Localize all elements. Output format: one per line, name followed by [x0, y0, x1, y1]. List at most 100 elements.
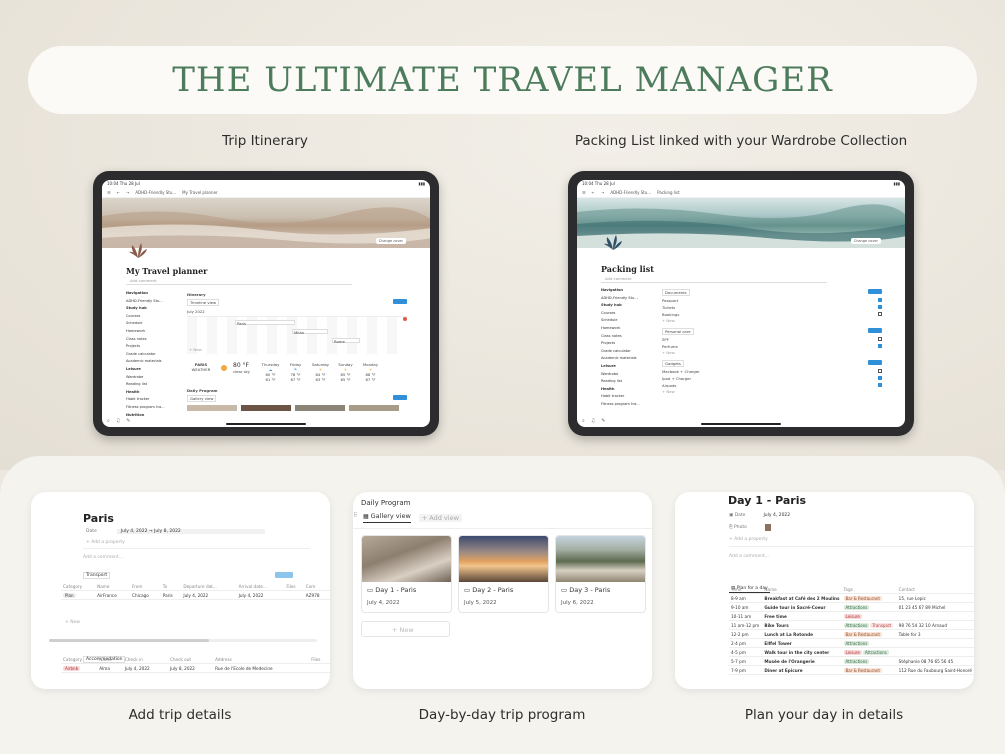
nav-item[interactable]: ADHD-Friendly Stu...: [126, 298, 176, 306]
new-row-link[interactable]: + New: [65, 620, 80, 625]
nav-item[interactable]: Schedule: [601, 317, 651, 325]
table-row[interactable]: Airbnb Alma July 4, 2022 July 8, 2022 Rue de…: [61, 663, 330, 673]
nav-item[interactable]: Grade calculator: [126, 351, 176, 359]
new-button[interactable]: [868, 360, 882, 365]
nav-item[interactable]: Fitness program tra...: [126, 404, 176, 412]
nav-item[interactable]: Reading list: [601, 378, 651, 386]
timeline-event[interactable]: Rome: [332, 338, 360, 344]
bell-icon[interactable]: ♫: [591, 418, 595, 424]
breadcrumb-item[interactable]: My Travel planner: [182, 190, 218, 195]
packing-item[interactable]: Bookings: [662, 311, 882, 318]
nav-item[interactable]: Habit tracker: [126, 396, 176, 404]
nav-item[interactable]: Academic materials: [126, 358, 176, 366]
forward-icon[interactable]: →: [126, 190, 129, 195]
transport-tab[interactable]: Transport: [83, 572, 111, 579]
timeline-event[interactable]: Milan: [292, 329, 328, 335]
nav-item[interactable]: Homework: [601, 325, 651, 333]
packing-item[interactable]: Tickets: [662, 304, 882, 311]
add-view-button[interactable]: + Add view: [418, 513, 462, 522]
scrollbar-track[interactable]: [49, 639, 317, 642]
table-row[interactable]: 9-10 am Guide tour in Sacré-Coeur Attracti…: [729, 602, 974, 612]
breadcrumb-item[interactable]: Packing list: [657, 190, 680, 195]
day-card[interactable]: ▭ Day 2 - Paris July 5, 2022: [458, 535, 549, 613]
change-cover-button[interactable]: Change cover: [375, 238, 406, 244]
timeline-view-tab[interactable]: Timeline view: [187, 299, 220, 306]
day-card[interactable]: ▭ Day 3 - Paris July 6, 2022: [555, 535, 646, 613]
sidebar-icon[interactable]: ☰: [107, 190, 111, 195]
nav-item[interactable]: Class notes: [601, 333, 651, 341]
breadcrumb-item[interactable]: ADHD-Friendly Stu...: [135, 190, 176, 195]
nav-item[interactable]: Academic materials: [601, 355, 651, 363]
add-property-link[interactable]: + Add a property: [729, 537, 768, 542]
table-row[interactable]: 7-9 pm Diner at Epicure Bar & Restaurant 11…: [729, 665, 974, 675]
packing-item[interactable]: Airpods: [662, 382, 882, 389]
nav-item[interactable]: Class notes: [126, 336, 176, 344]
photo-thumbnail[interactable]: [764, 524, 771, 531]
sidebar-icon[interactable]: ☰: [582, 190, 586, 195]
nav-item[interactable]: Reading list: [126, 381, 176, 389]
add-comment-link[interactable]: Add a comment...: [729, 554, 769, 559]
search-icon[interactable]: ⌕: [582, 418, 585, 424]
new-row-link[interactable]: + New: [189, 347, 202, 352]
group-tab[interactable]: Documents: [662, 289, 690, 296]
new-row-link[interactable]: + New: [662, 318, 882, 324]
gallery-thumb[interactable]: [187, 405, 237, 411]
new-button[interactable]: [868, 289, 882, 294]
change-cover-button[interactable]: Change cover: [850, 238, 881, 244]
forward-icon[interactable]: →: [601, 190, 604, 195]
add-comment-link[interactable]: Add a comment...: [83, 555, 123, 560]
table-row[interactable]: 5-7 pm Musée de l'Orangerie Attractions Sté…: [729, 656, 974, 666]
packing-item[interactable]: Ipad + Charger: [662, 375, 882, 382]
scrollbar-thumb[interactable]: [49, 639, 209, 642]
add-comment-link[interactable]: Add comment: [130, 278, 157, 283]
table-row[interactable]: Plan AirFrance Chicago Paris July 4, 2022 Jul…: [61, 590, 330, 600]
gallery-thumb[interactable]: [349, 405, 399, 411]
nav-item[interactable]: Habit tracker: [601, 393, 651, 401]
drag-handle-icon[interactable]: ⠿: [353, 512, 357, 519]
add-comment-link[interactable]: Add comment: [605, 276, 632, 281]
packing-item[interactable]: Perfume: [662, 343, 882, 350]
nav-item[interactable]: Fitness program tra...: [601, 401, 651, 409]
new-card-button[interactable]: + New: [361, 621, 450, 637]
packing-item[interactable]: SPF: [662, 336, 882, 343]
nav-item[interactable]: Homework: [126, 328, 176, 336]
nav-item[interactable]: Courses: [601, 310, 651, 318]
bell-icon[interactable]: ♫: [116, 418, 120, 424]
gallery-thumb[interactable]: [295, 405, 345, 411]
table-row[interactable]: 8-9 am Breakfast at Café des 2 Moulins Bar…: [729, 593, 974, 603]
nav-item[interactable]: Wardrobe: [601, 371, 651, 379]
edit-icon[interactable]: ✎: [126, 418, 130, 424]
back-icon[interactable]: ←: [592, 190, 595, 195]
breadcrumb-item[interactable]: ADHD-Friendly Stu...: [610, 190, 651, 195]
new-row-link[interactable]: + New: [662, 350, 882, 356]
table-row[interactable]: 4-5 pm Walk tour in the city center Leisur…: [729, 647, 974, 657]
nav-item[interactable]: Grade calculator: [601, 348, 651, 356]
group-tab[interactable]: Personal care: [662, 328, 694, 335]
search-icon[interactable]: ⌕: [107, 418, 110, 424]
new-button[interactable]: [868, 328, 882, 333]
date-value[interactable]: July 4, 2022 → July 8, 2022: [116, 529, 265, 534]
add-property-link[interactable]: + Add a property: [86, 540, 125, 545]
table-row[interactable]: 12-2 pm Lunch at La Rotonde Bar & Restaura…: [729, 629, 974, 639]
nav-item[interactable]: Schedule: [126, 320, 176, 328]
nav-item[interactable]: Projects: [601, 340, 651, 348]
back-icon[interactable]: ←: [117, 190, 120, 195]
gallery-view-tab[interactable]: Gallery view: [187, 395, 217, 402]
gallery-view-tab[interactable]: ▦ Gallery view: [363, 512, 411, 523]
packing-item[interactable]: Passport: [662, 297, 882, 304]
nav-item[interactable]: Wardrobe: [126, 374, 176, 382]
edit-icon[interactable]: ✎: [601, 418, 605, 424]
group-tab[interactable]: Gadgets: [662, 360, 684, 367]
table-row[interactable]: 11 am-12 pm Bike Tours Attractions Transpor…: [729, 620, 974, 630]
day-card[interactable]: ▭ Day 1 - Paris July 4, 2022: [361, 535, 452, 613]
date-value[interactable]: July 4, 2022: [763, 513, 790, 518]
packing-item[interactable]: Macbook + Charger: [662, 368, 882, 375]
new-button[interactable]: [393, 395, 407, 400]
table-row[interactable]: 2-4 pm Eiffel Tower Attractions: [729, 638, 974, 648]
nav-item[interactable]: ADHD-Friendly Stu...: [601, 295, 651, 303]
new-row-link[interactable]: + New: [662, 389, 882, 395]
new-button[interactable]: [275, 572, 293, 578]
nav-item[interactable]: Projects: [126, 343, 176, 351]
gallery-thumb[interactable]: [241, 405, 291, 411]
new-button[interactable]: [393, 299, 407, 304]
